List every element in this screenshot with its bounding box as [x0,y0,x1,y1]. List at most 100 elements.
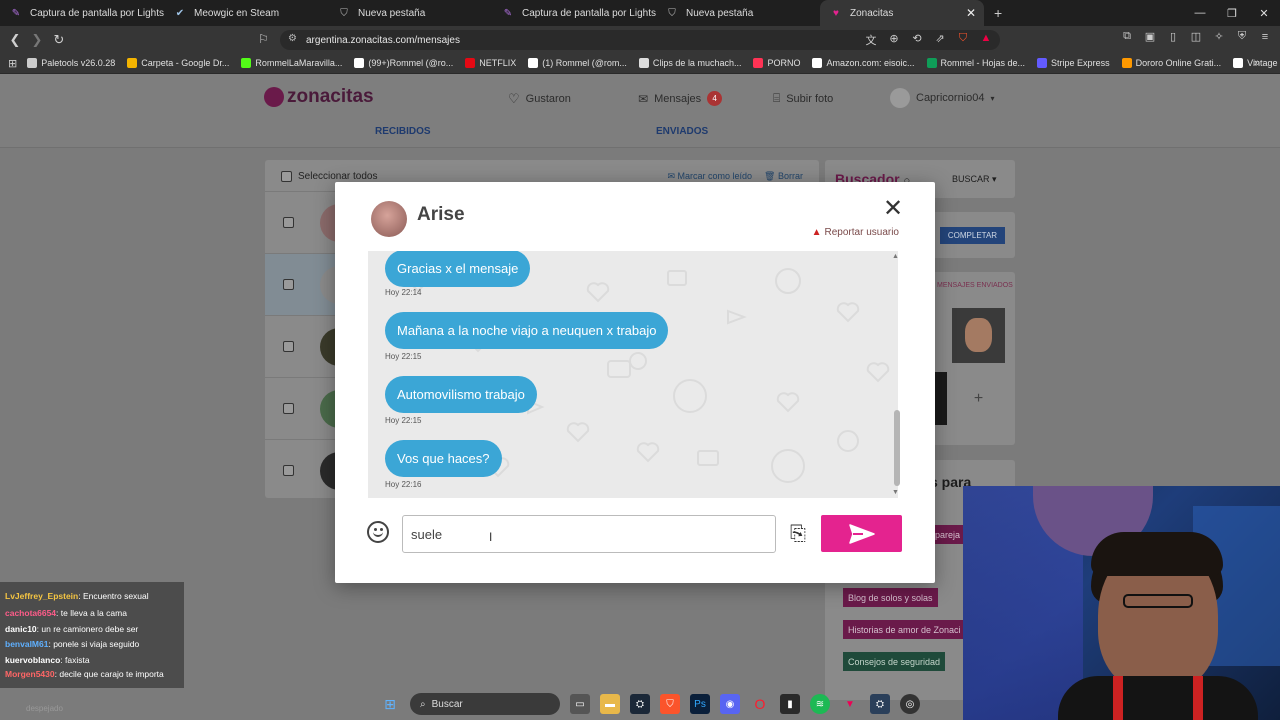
close-tab-icon[interactable]: ✕ [966,6,976,20]
row-checkbox[interactable] [283,217,294,228]
zoom-icon[interactable]: ⊕ [887,32,901,48]
taskbar-search[interactable]: ⌕ Buscar [410,693,560,715]
bookmark-item[interactable]: Amazon.com: eisoic... [812,58,915,68]
epic-icon[interactable]: ▮ [780,694,800,714]
leo-icon[interactable]: ✧ [1212,30,1226,43]
history-icon[interactable]: ⟲ [910,32,924,48]
paperclip-icon[interactable]: ⎘ [790,523,806,546]
bookmark-item[interactable]: Stripe Express [1037,58,1110,68]
bookmark-icon[interactable]: ⚐ [258,32,269,46]
apps-grid-icon[interactable]: ⊞ [8,57,17,70]
discord-icon[interactable]: ◉ [720,694,740,714]
bookmark-item[interactable]: Carpeta - Google Dr... [127,58,229,68]
forward-icon[interactable]: ❯ [26,32,48,48]
spotify-icon[interactable]: ≋ [810,694,830,714]
nav-label: Mensajes [654,92,702,105]
scroll-up-arrow[interactable]: ▲ [892,253,899,260]
bookmark-item[interactable]: RommelLaMaravilla... [241,58,342,68]
windows-start-icon[interactable]: ⊞ [380,694,400,714]
back-icon[interactable]: ❮ [4,32,26,48]
bookmark-item[interactable]: (99+)Rommel (@ro... [354,58,453,68]
contact-avatar[interactable] [371,201,407,237]
more-bookmarks-icon[interactable]: » [1254,57,1260,69]
tab-enviados[interactable]: ENVIADOS [656,126,708,137]
screenshot-icon[interactable]: ▣ [1143,30,1157,43]
bookmark-item[interactable]: Dororo Online Grati... [1121,58,1221,68]
nav-mensajes[interactable]: ✉ Mensajes 4 [638,91,723,106]
completar-button[interactable]: COMPLETAR [940,227,1005,244]
message-bubble: Gracias x el mensaje [385,251,531,287]
bookmark-item[interactable]: Clips de la muchach... [638,58,741,68]
select-all-checkbox[interactable] [281,171,292,182]
minimize-icon[interactable]: — [1184,7,1216,19]
nav-gustaron[interactable]: ♡ Gustaron [508,91,571,107]
buscar-dropdown[interactable]: BUSCAR ▾ [952,174,997,185]
folder-icon[interactable]: ▬ [600,694,620,714]
share-icon[interactable]: ⇗ [933,32,947,48]
chat-user: cachota6654 [5,607,57,618]
scrollbar-thumb[interactable] [894,410,900,486]
profile-photo[interactable] [935,372,947,425]
add-photo-button[interactable]: + [952,372,1005,425]
browser-tab-active[interactable]: ♥ Zonacitas ✕ [820,0,984,26]
nav-subir-foto[interactable]: ⌸ Subir foto [773,91,833,106]
maximize-icon[interactable]: ❐ [1216,7,1248,20]
task-view-icon[interactable]: ▭ [570,694,590,714]
user-menu[interactable]: Capricornio04 ▾ [890,88,995,108]
steam-icon[interactable]: ⛭ [630,694,650,714]
select-all[interactable]: Seleccionar todos [281,171,378,182]
site-info-icon[interactable]: ⚙ [288,33,297,44]
mark-read-button[interactable]: ✉ Marcar como leído [667,171,752,182]
reload-icon[interactable]: ↻ [48,32,70,48]
bookmark-item[interactable]: Paletools v26.0.28 [27,58,115,68]
extensions-icon[interactable]: ⧉ [1120,30,1134,43]
row-checkbox[interactable] [283,279,294,290]
sidebar-icon[interactable]: ▯ [1166,30,1180,43]
obs-icon[interactable]: ◎ [900,694,920,714]
scroll-down-arrow[interactable]: ▼ [892,489,899,496]
opera-icon[interactable]: O [750,694,770,714]
browser-tab[interactable]: ⛉ Nueva pestaña [656,0,820,26]
pareja-link[interactable]: pareja [931,525,965,544]
bookmark-item[interactable]: Rommel - Hojas de... [926,58,1025,68]
emoji-icon[interactable] [367,521,389,543]
chat-history[interactable]: Gracias x el mensaje Hoy 22:14 Mañana a … [368,251,898,498]
browser-tab[interactable]: ✎ Captura de pantalla por Lightshot [492,0,656,26]
blog-link[interactable]: Blog de solos y solas [843,588,938,607]
message-time: Hoy 22:14 [385,288,422,297]
vpn-icon[interactable]: ⛨ [1235,30,1249,43]
tab-title: Captura de pantalla por Lightshot [522,7,656,19]
site-logo[interactable]: zonacitas [264,86,374,108]
profile-photo[interactable] [952,308,1005,363]
menu-icon[interactable]: ≡ [1258,31,1272,43]
app-icon[interactable]: ▼ [840,694,860,714]
row-checkbox[interactable] [283,341,294,352]
browser-tab[interactable]: ✔ Meowgic en Steam [164,0,328,26]
brave-shield-icon[interactable]: ⛉ [956,32,970,48]
photoshop-icon[interactable]: Ps [690,694,710,714]
row-checkbox[interactable] [283,403,294,414]
delete-button[interactable]: 🗑 Borrar [764,171,803,182]
translate-icon[interactable]: 文 [864,32,878,48]
chat-text: faxista [65,654,90,665]
send-button[interactable] [821,515,902,552]
seguridad-link[interactable]: Consejos de seguridad [843,652,946,671]
tab-recibidos[interactable]: RECIBIDOS [375,126,431,137]
steam-app-icon[interactable]: ⛭ [870,694,890,714]
message-input[interactable] [402,515,776,553]
browser-tab[interactable]: ⛉ Nueva pestaña [328,0,492,26]
bookmark-favicon-icon [1121,58,1132,68]
report-user-link[interactable]: ▲ Reportar usuario [812,227,899,238]
bookmark-item[interactable]: (1) Rommel (@rom... [528,58,627,68]
bookmark-item[interactable]: NETFLIX [465,58,516,68]
close-icon[interactable]: ✕ [883,197,903,221]
bookmark-item[interactable]: PORNO [753,58,800,68]
historias-link[interactable]: Historias de amor de Zonaci [843,620,966,639]
close-window-icon[interactable]: ✕ [1248,7,1280,20]
brave-icon[interactable]: ⛉ [660,694,680,714]
row-checkbox[interactable] [283,465,294,476]
wallet-icon[interactable]: ◫ [1189,30,1203,43]
brave-rewards-icon[interactable]: ▲ [979,32,993,48]
new-tab-button[interactable]: + [994,5,1002,21]
browser-tab[interactable]: ✎ Captura de pantalla por Lightshot [0,0,164,26]
